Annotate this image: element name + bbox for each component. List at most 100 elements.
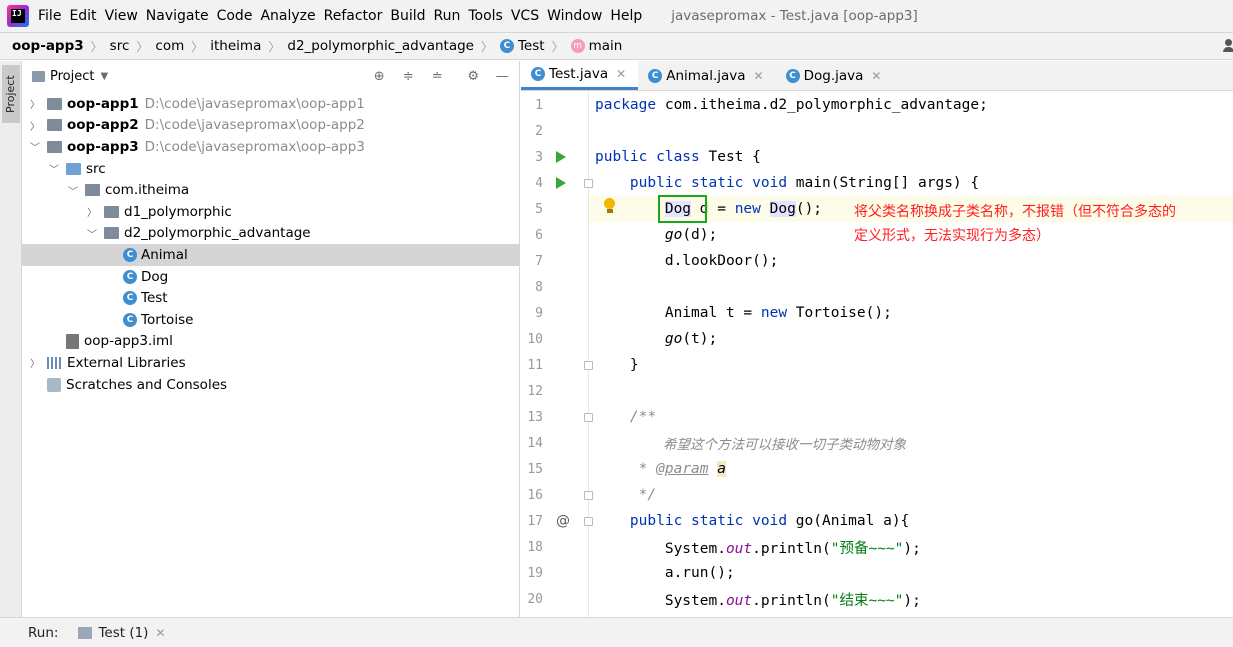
tab-test-java[interactable]: C Test.java ✕ [521,61,639,90]
module-folder-icon [47,97,62,110]
breadcrumb-src[interactable]: src [110,38,130,54]
tab-dog-java[interactable]: C Dog.java ✕ [776,61,894,90]
collapse-all-icon[interactable]: ≐ [428,69,446,84]
breadcrumb-package[interactable]: d2_polymorphic_advantage [287,38,474,54]
breadcrumb-class[interactable]: C Test [499,38,545,54]
code-line[interactable]: 12 [521,378,1233,404]
line-number: 9 [535,305,543,321]
menu-refactor[interactable]: Refactor [324,8,383,24]
close-icon[interactable]: ✕ [871,69,881,83]
fold-icon[interactable] [584,412,593,422]
code-line[interactable]: 3 public class Test { [521,144,1233,170]
tab-animal-java[interactable]: C Animal.java ✕ [638,61,775,90]
breadcrumb-method[interactable]: m main [570,38,622,54]
chevron-down-icon[interactable]: ﹀ [85,226,99,241]
code-line[interactable]: 8 [521,274,1233,300]
menu-analyze[interactable]: Analyze [260,8,315,24]
tree-item-d1-polymorphic[interactable]: 〉 d1_polymorphic [22,201,519,223]
override-marker-icon[interactable]: @ [556,513,570,529]
tab-label: Dog.java [803,67,864,84]
breadcrumb-com[interactable]: com [155,38,184,54]
chevron-right-icon: 〉 [136,39,149,54]
code-line[interactable]: 17 @ public static void go(Animal a){ [521,508,1233,534]
tree-item-iml[interactable]: oop-app3.iml [22,331,519,353]
code-line[interactable]: 20 System.out.println("结束~~~"); [521,586,1233,612]
menu-build[interactable]: Build [390,8,425,24]
annotation-line-1: 将父类名称换成子类名称，不报错（但不符合多态的 [854,204,1176,220]
fold-icon[interactable] [584,490,593,500]
expand-all-icon[interactable]: ≑ [399,69,417,84]
code-line[interactable]: 14 希望这个方法可以接收一切子类动物对象 [521,430,1233,456]
run-tab-test[interactable]: Test (1) ✕ [78,625,166,641]
menu-tools[interactable]: Tools [468,8,503,24]
chevron-right-icon[interactable]: 〉 [28,355,42,370]
code-line[interactable]: 1 package com.itheima.d2_polymorphic_adv… [521,92,1233,118]
minimize-icon[interactable]: — [493,69,511,84]
chevron-right-icon[interactable]: 〉 [28,96,42,111]
tree-item-src[interactable]: ﹀ src [22,158,519,180]
project-tool-window-button[interactable]: Project [2,65,20,123]
user-icon[interactable] [1223,39,1233,53]
code-line[interactable]: 7 d.lookDoor(); [521,248,1233,274]
code-line[interactable]: 18 System.out.println("预备~~~"); [521,534,1233,560]
tree-item-tortoise[interactable]: C Tortoise [22,309,519,331]
menu-window[interactable]: Window [547,8,602,24]
project-panel-title[interactable]: Project [50,69,94,84]
tree-item-path: D:\code\javasepromax\oop-app2 [144,117,365,134]
fold-icon[interactable] [584,178,593,188]
menu-run[interactable]: Run [434,8,461,24]
tree-item-test[interactable]: C Test [22,287,519,309]
chevron-down-icon[interactable]: ﹀ [66,183,80,198]
close-icon[interactable]: ✕ [155,626,165,640]
code-text: go(d); [664,227,718,243]
line-number: 20 [527,591,543,607]
code-line[interactable]: 9 Animal t = new Tortoise(); [521,300,1233,326]
fold-icon[interactable] [584,360,593,370]
menu-file[interactable]: File [38,8,61,24]
menu-edit[interactable]: Edit [69,8,96,24]
locate-icon[interactable]: ⊕ [370,69,388,84]
class-icon: C [123,312,137,327]
code-line[interactable]: 13 /** [521,404,1233,430]
tree-item-com-itheima[interactable]: ﹀ com.itheima [22,179,519,201]
breadcrumb-module[interactable]: oop-app3 [12,38,84,54]
menu-vcs[interactable]: VCS [511,8,539,24]
code-line[interactable]: 10 go(t); [521,326,1233,352]
code-line[interactable]: 16 */ [521,482,1233,508]
chevron-right-icon[interactable]: 〉 [28,118,42,133]
tree-item-scratches[interactable]: Scratches and Consoles [22,374,519,396]
menu-help[interactable]: Help [610,8,642,24]
chevron-down-icon[interactable]: ﹀ [47,161,61,176]
fold-icon[interactable] [584,516,593,526]
code-line[interactable]: 4 public static void main(String[] args)… [521,170,1233,196]
run-icon[interactable] [556,177,566,189]
chevron-right-icon[interactable]: 〉 [85,204,99,219]
code-line[interactable]: 15 * @param a [521,456,1233,482]
tree-item-external-libraries[interactable]: 〉 External Libraries [22,352,519,374]
code-text: public static void main(String[] args) { [629,175,980,191]
menu-navigate[interactable]: Navigate [146,8,209,24]
tree-item-d2-polymorphic-advantage[interactable]: ﹀ d2_polymorphic_advantage [22,223,519,245]
tree-item-oop-app1[interactable]: 〉 oop-app1 D:\code\javasepromax\oop-app1 [22,93,519,115]
lightbulb-icon[interactable] [604,198,616,214]
gear-icon[interactable]: ⚙ [464,69,482,84]
menu-view[interactable]: View [105,8,138,24]
code-editor[interactable]: 1 package com.itheima.d2_polymorphic_adv… [521,92,1233,617]
menu-code[interactable]: Code [217,8,253,24]
tree-item-dog[interactable]: C Dog [22,266,519,288]
line-number: 7 [535,253,543,269]
tree-item-animal[interactable]: C Animal [22,244,519,266]
tree-item-oop-app2[interactable]: 〉 oop-app2 D:\code\javasepromax\oop-app2 [22,115,519,137]
breadcrumb-itheima[interactable]: itheima [210,38,261,54]
tree-item-oop-app3[interactable]: ﹀ oop-app3 D:\code\javasepromax\oop-app3 [22,136,519,158]
code-line[interactable]: 11 } [521,352,1233,378]
chevron-down-icon[interactable]: ▼ [100,71,108,82]
close-icon[interactable]: ✕ [616,67,626,81]
chevron-down-icon[interactable]: ﹀ [28,139,42,154]
code-text: Dog d = new Dog(); [664,201,823,217]
code-line[interactable]: 2 [521,118,1233,144]
code-line[interactable]: 19 a.run(); [521,560,1233,586]
project-view-icon [32,71,45,82]
run-icon[interactable] [556,151,566,163]
close-icon[interactable]: ✕ [754,69,764,83]
